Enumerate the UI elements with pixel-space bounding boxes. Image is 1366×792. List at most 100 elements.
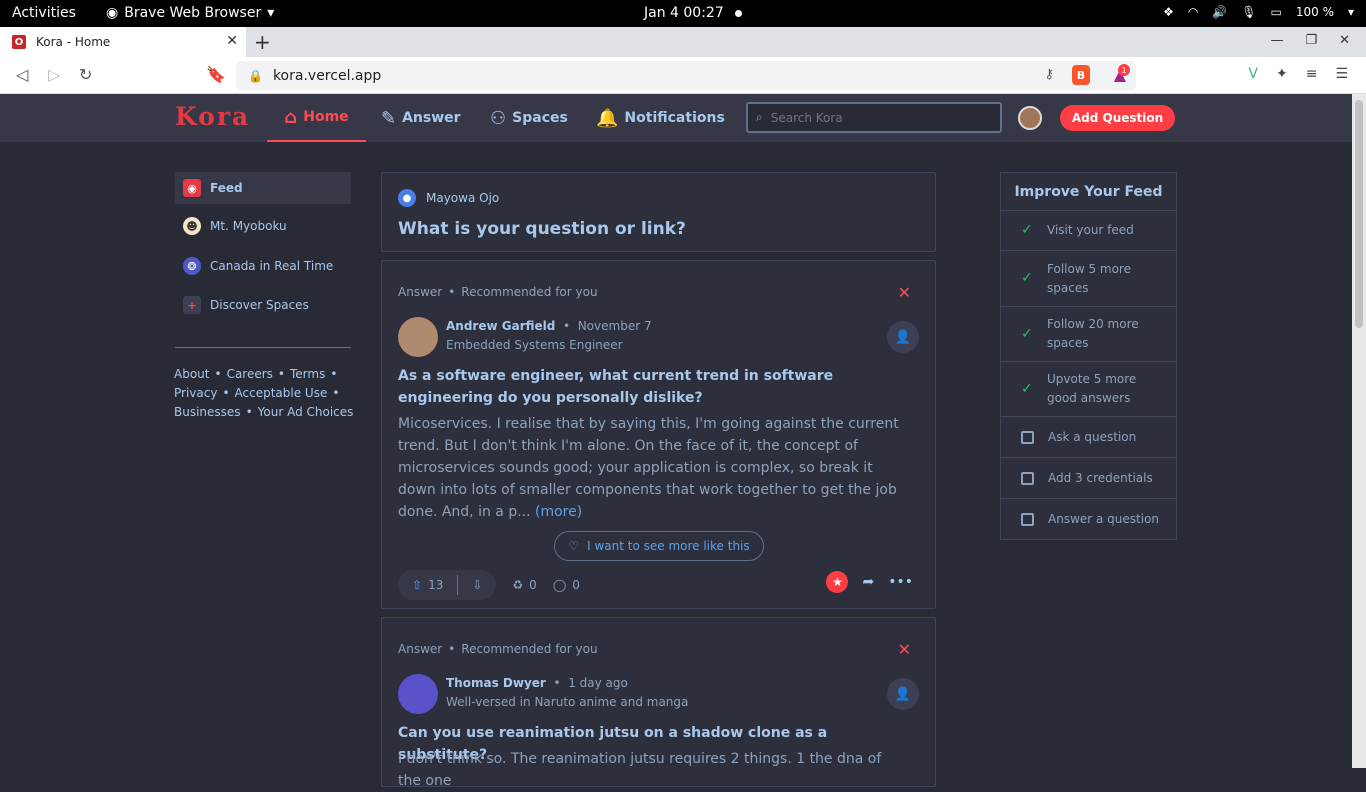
upvote-count: 13 xyxy=(428,578,444,592)
improve-feed-title: Improve Your Feed xyxy=(1001,173,1176,211)
rss-icon: ◉ xyxy=(183,179,201,197)
page-scrollbar[interactable] xyxy=(1352,94,1366,768)
new-tab-button[interactable]: + xyxy=(254,30,271,54)
brave-shields-icon[interactable]: B xyxy=(1072,65,1090,85)
author-line: Thomas Dwyer • 1 day ago xyxy=(446,676,628,690)
app-menu[interactable]: ◉ Brave Web Browser ▾ xyxy=(106,5,274,21)
close-icon[interactable]: ✕ xyxy=(898,283,911,302)
notification-dot-icon xyxy=(735,10,742,17)
close-icon[interactable]: ✕ xyxy=(226,33,238,49)
share-arrow-icon[interactable]: ➦ xyxy=(862,574,874,590)
author-credential: Embedded Systems Engineer xyxy=(446,338,623,352)
feed-task[interactable]: ✓ Upvote 5 more good answers xyxy=(1001,361,1176,416)
downvote-icon[interactable]: ⇩ xyxy=(472,578,482,592)
nav-notifications[interactable]: 🔔 Notifications xyxy=(596,94,725,142)
star-icon[interactable]: ★ xyxy=(826,571,849,593)
feed-task[interactable]: ✓ Visit your feed xyxy=(1001,211,1176,250)
follow-user-button[interactable]: 👤 xyxy=(887,321,919,353)
browser-tab[interactable]: O Kora - Home ✕ xyxy=(0,27,246,57)
sidebar-item-discover[interactable]: + Discover Spaces xyxy=(175,289,351,321)
reload-icon[interactable]: ↻ xyxy=(79,65,92,84)
footer-businesses[interactable]: Businesses xyxy=(174,405,241,419)
window-controls: — ❐ ✕ xyxy=(1270,33,1350,48)
feed-task[interactable]: Answer a question xyxy=(1001,498,1176,539)
feed-task[interactable]: ✓ Follow 20 more spaces xyxy=(1001,306,1176,361)
ask-prompt[interactable]: What is your question or link? xyxy=(398,219,686,239)
checkbox[interactable] xyxy=(1021,471,1034,485)
check-icon: ✓ xyxy=(1021,325,1033,342)
checkbox[interactable] xyxy=(1021,512,1034,526)
scroll-thumb[interactable] xyxy=(1355,100,1363,328)
author-name[interactable]: Andrew Garfield xyxy=(446,319,555,333)
post-card: Answer • Recommended for you ✕ Andrew Garf… xyxy=(381,260,936,609)
mic-icon: 🎙 xyxy=(1241,5,1257,19)
forward-icon[interactable]: ▷ xyxy=(48,65,60,84)
volume-icon: 🔊 xyxy=(1212,5,1228,19)
battery-percent: 100 % xyxy=(1295,5,1334,19)
author-name[interactable]: Thomas Dwyer xyxy=(446,676,546,690)
follow-user-button[interactable]: 👤 xyxy=(887,678,919,710)
vue-devtools-icon[interactable]: V xyxy=(1248,66,1258,82)
footer-terms[interactable]: Terms xyxy=(290,367,325,381)
menu-icon[interactable]: ☰ xyxy=(1335,66,1348,82)
post-actions-right: ★ ➦ ••• xyxy=(826,571,913,593)
kora-logo[interactable]: Kora xyxy=(175,102,250,131)
comment-action[interactable]: ◯ 0 xyxy=(553,578,580,592)
footer-careers[interactable]: Careers xyxy=(227,367,273,381)
feed-task[interactable]: Ask a question xyxy=(1001,416,1176,457)
footer-acceptable-use[interactable]: Acceptable Use xyxy=(235,386,328,400)
nav-home[interactable]: ⌂ Home xyxy=(267,94,366,142)
footer-about[interactable]: About xyxy=(174,367,209,381)
question-title[interactable]: As a software engineer, what current tre… xyxy=(398,365,918,409)
system-tray[interactable]: ❖ ◠ 🔊 🎙 ▭ 100 % ▾ xyxy=(1163,5,1354,19)
nav-spaces[interactable]: ⚇ Spaces xyxy=(490,94,568,142)
avatar[interactable] xyxy=(398,317,438,357)
close-window-icon[interactable]: ✕ xyxy=(1339,33,1350,48)
share-action[interactable]: ♻ 0 xyxy=(512,578,536,592)
people-icon: ⚇ xyxy=(490,107,507,129)
lock-icon[interactable]: 🔒 xyxy=(248,69,263,83)
bookmark-icon[interactable]: 🔖 xyxy=(206,65,226,84)
kora-favicon-icon: O xyxy=(12,35,26,49)
user-avatar[interactable] xyxy=(1018,106,1042,130)
plus-icon: + xyxy=(183,296,201,314)
kora-header: Kora ⌂ Home ✎ Answer ⚇ Spaces 🔔 Notifica… xyxy=(0,94,1352,142)
address-bar[interactable]: 🔒 kora.vercel.app ⚷ B ▲ xyxy=(236,61,1136,90)
playlist-icon[interactable]: ≡ xyxy=(1306,66,1318,82)
comment-icon: ◯ xyxy=(552,578,567,592)
key-icon[interactable]: ⚷ xyxy=(1044,67,1054,82)
close-icon[interactable]: ✕ xyxy=(898,640,911,659)
more-link[interactable]: (more) xyxy=(535,504,582,520)
activities-button[interactable]: Activities xyxy=(12,5,76,21)
more-options-icon[interactable]: ••• xyxy=(888,574,913,590)
sidebar-item-feed[interactable]: ◉ Feed xyxy=(175,172,351,204)
nav-answer[interactable]: ✎ Answer xyxy=(381,94,461,142)
back-icon[interactable]: ◁ xyxy=(16,65,28,84)
footer-ad-choices[interactable]: Your Ad Choices xyxy=(258,405,354,419)
restore-icon[interactable]: ❐ xyxy=(1305,33,1317,48)
dropbox-icon[interactable]: ❖ xyxy=(1163,5,1174,19)
search-box[interactable]: ⌕ xyxy=(746,102,1002,133)
author-line: Andrew Garfield • November 7 xyxy=(446,319,652,333)
answer-excerpt: Micoservices. I realise that by saying t… xyxy=(398,416,899,520)
upvote-icon[interactable]: ⇧ xyxy=(412,578,422,592)
add-question-button[interactable]: Add Question xyxy=(1060,105,1175,131)
asker: ● Mayowa Ojo xyxy=(398,189,499,207)
ask-question-card[interactable]: ● Mayowa Ojo What is your question or li… xyxy=(381,172,936,252)
avatar[interactable] xyxy=(398,674,438,714)
pencil-icon: ✎ xyxy=(381,107,397,129)
chevron-down-icon: ▾ xyxy=(267,5,275,21)
clock[interactable]: Jan 4 00:27 xyxy=(644,5,724,21)
url-text[interactable]: kora.vercel.app xyxy=(273,68,381,84)
search-input[interactable] xyxy=(770,110,971,125)
footer-privacy[interactable]: Privacy xyxy=(174,386,217,400)
post-meta: Answer • Recommended for you xyxy=(398,642,598,656)
more-like-this-button[interactable]: ♡ I want to see more like this xyxy=(554,531,764,561)
minimize-icon[interactable]: — xyxy=(1270,33,1283,48)
feed-task[interactable]: Add 3 credentials xyxy=(1001,457,1176,498)
checkbox[interactable] xyxy=(1021,430,1034,444)
feed-task[interactable]: ✓ Follow 5 more spaces xyxy=(1001,250,1176,306)
sidebar-item-canada[interactable]: ❂ Canada in Real Time xyxy=(175,250,351,282)
sidebar-item-mt-myoboku[interactable]: ☻ Mt. Myoboku xyxy=(175,210,351,242)
extensions-icon[interactable]: ✦ xyxy=(1276,66,1288,82)
